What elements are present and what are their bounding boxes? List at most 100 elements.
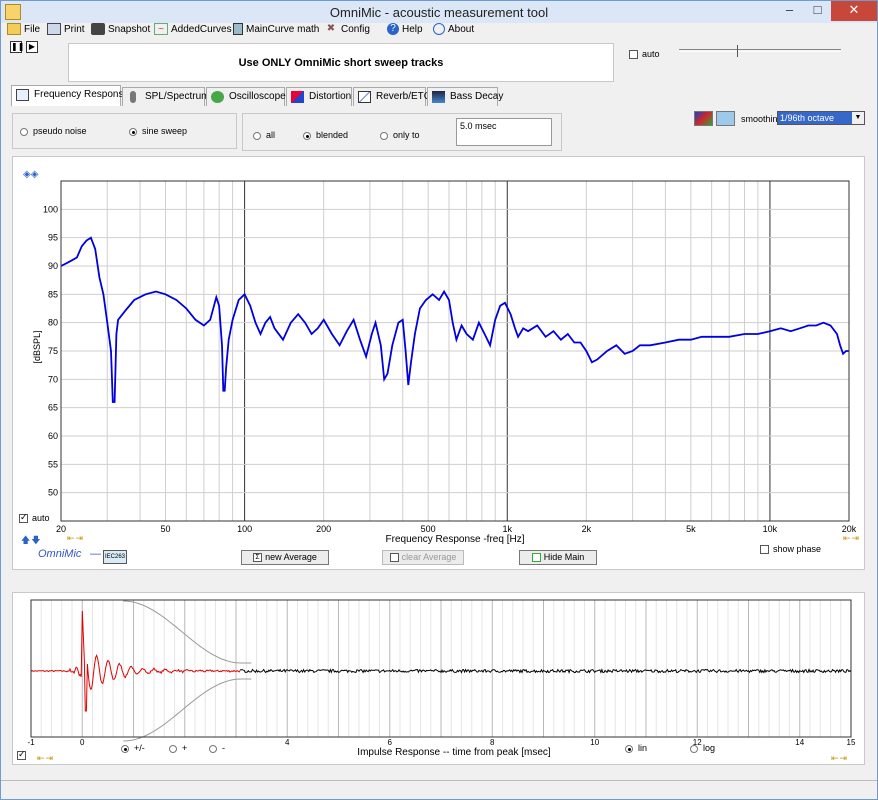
y-tick-label: 60 bbox=[48, 431, 58, 441]
only-to-radio[interactable]: only to bbox=[380, 130, 420, 140]
hide-main-button[interactable]: Hide Main bbox=[519, 550, 597, 565]
frequency-response-panel: ◈◈ 50 55 60 65 70 75 80 85 90 95 100 20 50 100 200 500… bbox=[12, 156, 865, 570]
radio-button[interactable] bbox=[253, 131, 261, 140]
polarity-plus-radio[interactable]: + bbox=[169, 743, 187, 753]
menu-snapshot[interactable]: Snapshot bbox=[91, 23, 150, 39]
checkbox-box[interactable] bbox=[629, 50, 638, 60]
blended-radio[interactable]: blended bbox=[303, 130, 348, 140]
y-tick-label: 80 bbox=[48, 318, 58, 328]
pause-button[interactable]: ❚❚ bbox=[10, 41, 24, 53]
close-button[interactable]: ✕ bbox=[831, 1, 877, 21]
frequency-response-chart[interactable]: ◈◈ 50 55 60 65 70 75 80 85 90 95 100 20 50 100 200 500… bbox=[13, 157, 864, 569]
auto-level-checkbox[interactable]: auto bbox=[629, 49, 660, 60]
x-tick-label: 6 bbox=[388, 738, 393, 747]
menu-file[interactable]: File bbox=[7, 23, 40, 39]
tab-frequency-response[interactable]: Frequency Response bbox=[11, 85, 129, 106]
scroll-left-right-icon-right[interactable]: ⇤⇥ bbox=[843, 533, 860, 544]
polarity-both-radio[interactable]: +/- bbox=[121, 743, 145, 753]
impulse-tail-trace bbox=[240, 668, 852, 674]
y-tick-label: 55 bbox=[48, 459, 58, 469]
title-bar[interactable]: OmniMic - acoustic measurement tool – □ … bbox=[1, 1, 877, 23]
mic-badge[interactable]: IEC263 bbox=[103, 550, 127, 564]
tab-distortion[interactable]: Distortion bbox=[286, 87, 352, 106]
menu-about[interactable]: About bbox=[433, 23, 474, 39]
level-slider-thumb[interactable] bbox=[734, 45, 738, 57]
scroll-left-right-icon[interactable]: ⇤⇥ bbox=[67, 533, 84, 544]
x-tick-label: 100 bbox=[237, 524, 252, 534]
new-average-button[interactable]: Σnew Average bbox=[241, 550, 329, 565]
curve-icon bbox=[531, 553, 541, 563]
maximize-button[interactable]: □ bbox=[804, 1, 831, 21]
impulse-auto-checkbox[interactable] bbox=[17, 749, 30, 761]
polarity-minus-radio[interactable]: - bbox=[209, 743, 225, 753]
radio-button[interactable] bbox=[625, 744, 633, 753]
chat-icon bbox=[433, 23, 445, 36]
impulse-response-chart[interactable]: -1 0 4 6 8 10 12 14 15 Impulse Response -- time … bbox=[13, 593, 864, 764]
window-title: OmniMic - acoustic measurement tool bbox=[329, 5, 549, 20]
x-tick-label: 10k bbox=[763, 524, 778, 534]
minimize-button[interactable]: – bbox=[776, 1, 803, 21]
checkbox-box[interactable] bbox=[17, 749, 26, 760]
excitation-mode-group: pseudo noise sine sweep bbox=[12, 113, 237, 149]
checkbox-box[interactable] bbox=[19, 512, 28, 524]
auto-scale-checkbox[interactable]: auto bbox=[19, 512, 50, 524]
scale-log-radio[interactable]: log bbox=[690, 743, 715, 753]
time-window-input[interactable]: 5.0 msec bbox=[456, 118, 552, 146]
menu-config[interactable]: ✖ Config bbox=[324, 23, 370, 39]
y-tick-label: 70 bbox=[48, 374, 58, 384]
menu-help[interactable]: ? Help bbox=[387, 23, 423, 39]
radio-button[interactable] bbox=[129, 127, 137, 136]
scroll-left-right-icon-right[interactable]: ⇤⇥ bbox=[831, 753, 848, 764]
waterfall-icon bbox=[432, 91, 445, 103]
tab-oscilloscope[interactable]: Oscilloscope bbox=[206, 87, 286, 106]
reverb-icon bbox=[358, 91, 371, 103]
scroll-up-down-icon[interactable]: 🡅🡇 bbox=[21, 533, 42, 549]
app-window: OmniMic - acoustic measurement tool – □ … bbox=[0, 0, 878, 800]
radio-button[interactable] bbox=[303, 131, 311, 140]
menu-print[interactable]: Print bbox=[47, 23, 85, 39]
y-tick-label: 90 bbox=[48, 261, 58, 271]
play-button[interactable]: ▶ bbox=[26, 41, 38, 53]
color-scheme-button[interactable] bbox=[694, 111, 713, 126]
y-tick-label: 100 bbox=[43, 204, 58, 214]
printer-icon bbox=[47, 23, 61, 36]
smoothing-select[interactable]: 1/96th octave ▼ bbox=[777, 111, 865, 125]
radio-button[interactable] bbox=[690, 744, 698, 753]
zoom-y-icon[interactable]: ◈◈ bbox=[23, 169, 39, 180]
curves-icon: ~ bbox=[154, 23, 168, 36]
chevron-down-icon[interactable]: ▼ bbox=[852, 112, 864, 124]
x-tick-label: 200 bbox=[316, 524, 331, 534]
x-tick-label: 1k bbox=[503, 524, 513, 534]
menu-added-curves[interactable]: ~ AddedCurves bbox=[154, 23, 232, 39]
radio-button[interactable] bbox=[380, 131, 388, 140]
x-axis-label: Impulse Response -- time from peak [msec… bbox=[357, 747, 551, 758]
scroll-left-right-icon[interactable]: ⇤⇥ bbox=[37, 753, 54, 764]
camera-icon bbox=[91, 23, 105, 36]
pseudo-noise-radio[interactable]: pseudo noise bbox=[20, 126, 87, 136]
radio-button[interactable] bbox=[209, 744, 217, 753]
scale-lin-radio[interactable]: lin bbox=[625, 743, 647, 753]
radio-button[interactable] bbox=[121, 744, 129, 753]
radio-button[interactable] bbox=[169, 744, 177, 753]
menu-maincurve-math[interactable]: MainCurve math bbox=[233, 23, 319, 39]
radio-button[interactable] bbox=[20, 127, 28, 136]
menu-bar: File Print Snapshot ~ AddedCurves MainCur… bbox=[1, 23, 877, 39]
level-slider[interactable] bbox=[679, 49, 841, 52]
checkbox-box[interactable] bbox=[760, 545, 769, 555]
impulse-response-panel: -1 0 4 6 8 10 12 14 15 Impulse Response -- time … bbox=[12, 592, 865, 765]
curve-style-button[interactable] bbox=[716, 111, 735, 126]
sine-sweep-radio[interactable]: sine sweep bbox=[129, 126, 187, 136]
calculator-icon bbox=[233, 23, 243, 36]
legend-line: — bbox=[90, 548, 101, 560]
x-tick-label: 5k bbox=[686, 524, 696, 534]
status-bar bbox=[1, 780, 877, 799]
tab-spl-spectrum[interactable]: SPL/Spectrum bbox=[122, 87, 209, 106]
clear-average-button[interactable]: clear Average bbox=[382, 550, 464, 565]
tab-reverb-etc[interactable]: Reverb/ETC bbox=[353, 87, 431, 106]
all-radio[interactable]: all bbox=[253, 130, 275, 140]
tab-bass-decay[interactable]: Bass Decay bbox=[427, 87, 503, 106]
x-tick-label: -1 bbox=[27, 738, 35, 747]
y-tick-label: 85 bbox=[48, 289, 58, 299]
show-phase-checkbox[interactable]: show phase bbox=[760, 544, 821, 555]
sigma-icon: Σ bbox=[253, 553, 263, 563]
